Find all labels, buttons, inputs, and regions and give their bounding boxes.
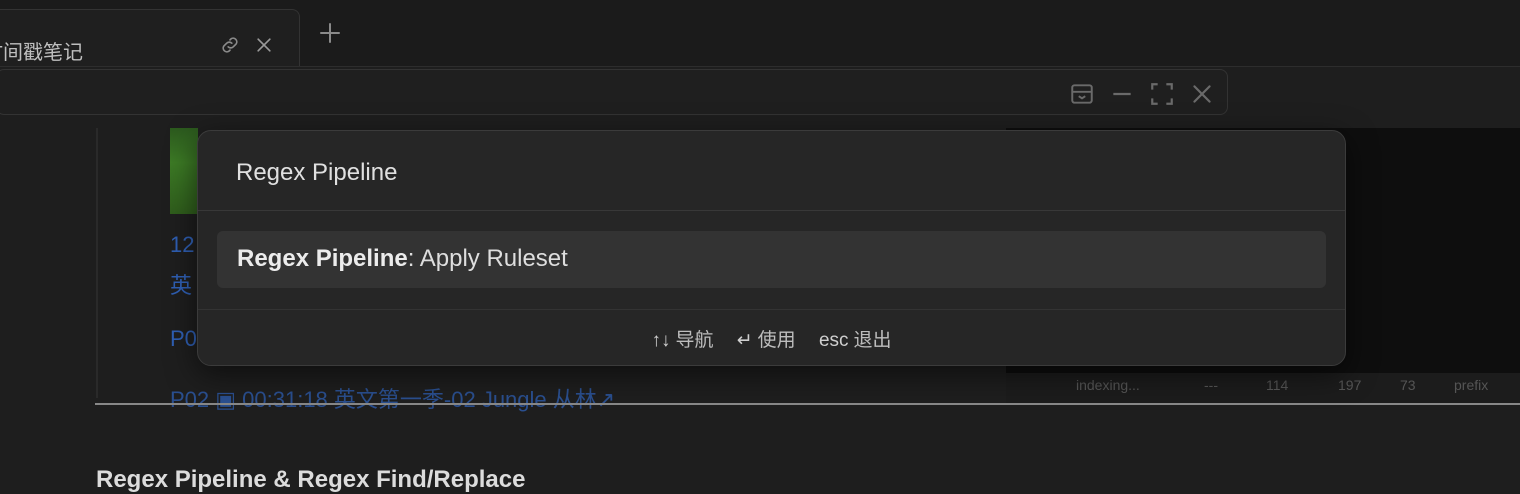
- document-gutter: [96, 128, 98, 398]
- suggestion-text: Regex Pipeline: Apply Ruleset: [237, 245, 568, 273]
- instruction-use: ↵ 使用: [736, 330, 796, 351]
- tab-bar: 时间戳笔记: [0, 0, 1520, 67]
- status-graph-count: 197: [1338, 377, 1362, 393]
- timestamp-link[interactable]: P02 ▣ 00:31:18 英文第一季-02 Jungle 从林↗: [170, 382, 615, 414]
- section-heading: Regex Pipeline & Regex Find/Replace: [96, 466, 526, 493]
- close-icon[interactable]: [254, 34, 274, 56]
- palette-divider: [198, 210, 1345, 211]
- document-line[interactable]: 英: [170, 268, 192, 300]
- view-header: [0, 69, 1228, 115]
- command-search-input[interactable]: [236, 153, 1296, 193]
- tab-active[interactable]: 时间戳笔记: [0, 9, 300, 66]
- document-line[interactable]: P0: [170, 326, 197, 352]
- minimize-icon[interactable]: [1109, 81, 1135, 107]
- palette-instructions: ↑↓ 导航 ↵ 使用 esc 退出: [198, 325, 1345, 352]
- thumbnail-image: [170, 128, 198, 214]
- instruction-exit: esc 退出: [818, 330, 892, 351]
- status-indexing: indexing...: [1076, 377, 1140, 393]
- status-prefix: prefix: [1454, 377, 1489, 393]
- status-reading-time: ---: [1204, 377, 1218, 393]
- plus-icon[interactable]: [318, 21, 342, 45]
- command-suggestion-item[interactable]: Regex Pipeline: Apply Ruleset: [217, 231, 1326, 288]
- palette-divider: [198, 309, 1345, 310]
- tab-title: 时间戳笔记: [0, 42, 83, 64]
- divider: [95, 403, 1520, 405]
- close-icon[interactable]: [1189, 81, 1215, 107]
- link-icon[interactable]: [219, 34, 241, 56]
- instruction-navigate: ↑↓ 导航: [651, 330, 714, 351]
- suggestion-match: Regex Pipeline: [237, 245, 408, 272]
- command-palette: Regex Pipeline: Apply Ruleset ↑↓导航 ↵使用 e…: [197, 130, 1346, 366]
- status-backlinks: 73: [1400, 377, 1416, 393]
- inbox-icon[interactable]: [1069, 81, 1095, 107]
- document-line[interactable]: 12: [170, 232, 194, 258]
- suggestion-rest: : Apply Ruleset: [407, 245, 568, 272]
- fullscreen-icon[interactable]: [1149, 81, 1175, 107]
- status-bar: indexing... --- 114 197 73 prefix: [1006, 373, 1520, 403]
- status-word-count: 114: [1266, 377, 1289, 393]
